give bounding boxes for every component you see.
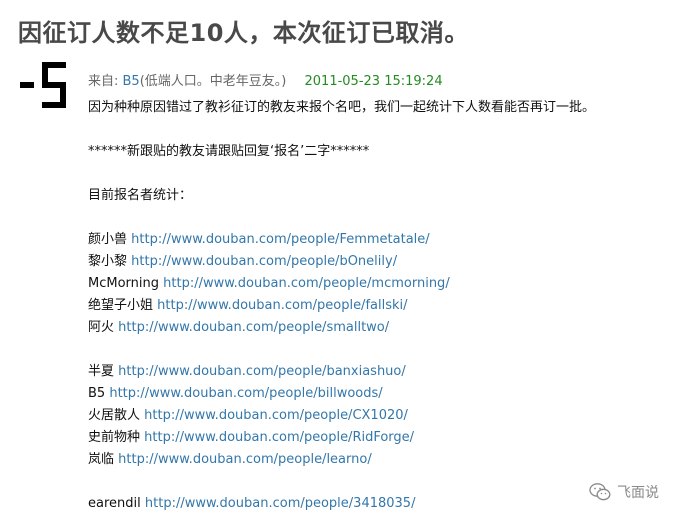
registrant-name: 岚临 [88, 452, 115, 467]
registrant-name: 火居散人 [88, 408, 141, 423]
intro-text: 因为种种原因错过了教衫征订的教友来报个名吧，我们一起统计下人数看能否再订一批。 [88, 100, 596, 115]
registrant-link[interactable]: http://www.douban.com/people/bOnelily/ [131, 254, 397, 269]
registrant-link[interactable]: http://www.douban.com/people/CX1020/ [144, 408, 408, 423]
registrant-name: McMorning [88, 276, 159, 291]
registrant-link[interactable]: http://www.douban.com/people/mcmorning/ [163, 276, 450, 291]
post-timestamp: 2011-05-23 15:19:24 [304, 74, 443, 89]
registrant-name: B5 [88, 386, 106, 401]
author-prefix: 来自: [88, 74, 123, 89]
author-link[interactable]: B5 [123, 74, 140, 89]
registrant-name: 黎小黎 [88, 254, 128, 269]
avatar[interactable] [16, 60, 68, 112]
registrant-row: 半夏 http://www.douban.com/people/banxiash… [88, 361, 595, 383]
registrant-row: 火居散人 http://www.douban.com/people/CX1020… [88, 405, 595, 427]
registrant-link[interactable]: http://www.douban.com/people/3418035/ [145, 496, 416, 511]
post-page: 因征订人数不足10人，本次征订已取消。 来自: B5(低端人口。中老年豆友。) … [0, 0, 679, 520]
registrant-row: 岚临 http://www.douban.com/people/learno/ [88, 449, 595, 471]
registrant-row: 史前物种 http://www.douban.com/people/RidFor… [88, 427, 595, 449]
post-meta: 来自: B5(低端人口。中老年豆友。) 2011-05-23 15:19:24 [88, 70, 443, 89]
author-signature: (低端人口。中老年豆友。) [139, 74, 287, 89]
registrant-row: earendil http://www.douban.com/people/34… [88, 493, 595, 515]
post-title: 因征订人数不足10人，本次征订已取消。 [18, 19, 469, 47]
registrant-row: 绝望子小姐 http://www.douban.com/people/falls… [88, 295, 595, 317]
avatar-image [16, 60, 68, 112]
registrant-name: earendil [88, 496, 141, 511]
wechat-icon [589, 483, 611, 501]
registrant-name: 半夏 [88, 364, 115, 379]
registrant-link[interactable]: http://www.douban.com/people/learno/ [118, 452, 372, 467]
stats-label: 目前报名者统计： [88, 188, 193, 203]
registrant-row: B5 http://www.douban.com/people/billwood… [88, 383, 595, 405]
registrant-row: 阿火 http://www.douban.com/people/smalltwo… [88, 317, 595, 339]
registrant-link[interactable]: http://www.douban.com/people/fallski/ [157, 298, 407, 313]
registrant-name: 颜小兽 [88, 232, 128, 247]
registrant-row: 颜小兽 http://www.douban.com/people/Femmeta… [88, 229, 595, 251]
registrant-name: 史前物种 [88, 430, 141, 445]
registrant-row: 黎小黎 http://www.douban.com/people/bOnelil… [88, 251, 595, 273]
registrant-link[interactable]: http://www.douban.com/people/billwoods/ [109, 386, 382, 401]
notice-text: ******新跟贴的教友请跟贴回复‘报名’二字****** [88, 144, 370, 159]
watermark-text: 飞面说 [617, 485, 659, 501]
registrant-link[interactable]: http://www.douban.com/people/banxiashuo/ [118, 364, 406, 379]
registrant-name: 绝望子小姐 [88, 298, 154, 313]
registrant-link[interactable]: http://www.douban.com/people/Femmetatale… [131, 232, 430, 247]
registrant-row: McMorning http://www.douban.com/people/m… [88, 273, 595, 295]
watermark: 飞面说 [589, 482, 659, 502]
registrant-link[interactable]: http://www.douban.com/people/RidForge/ [144, 430, 414, 445]
registrant-name: 阿火 [88, 320, 115, 335]
post-content: 因为种种原因错过了教衫征订的教友来报个名吧，我们一起统计下人数看能否再订一批。 … [88, 97, 595, 515]
registrant-link[interactable]: http://www.douban.com/people/smalltwo/ [118, 320, 389, 335]
